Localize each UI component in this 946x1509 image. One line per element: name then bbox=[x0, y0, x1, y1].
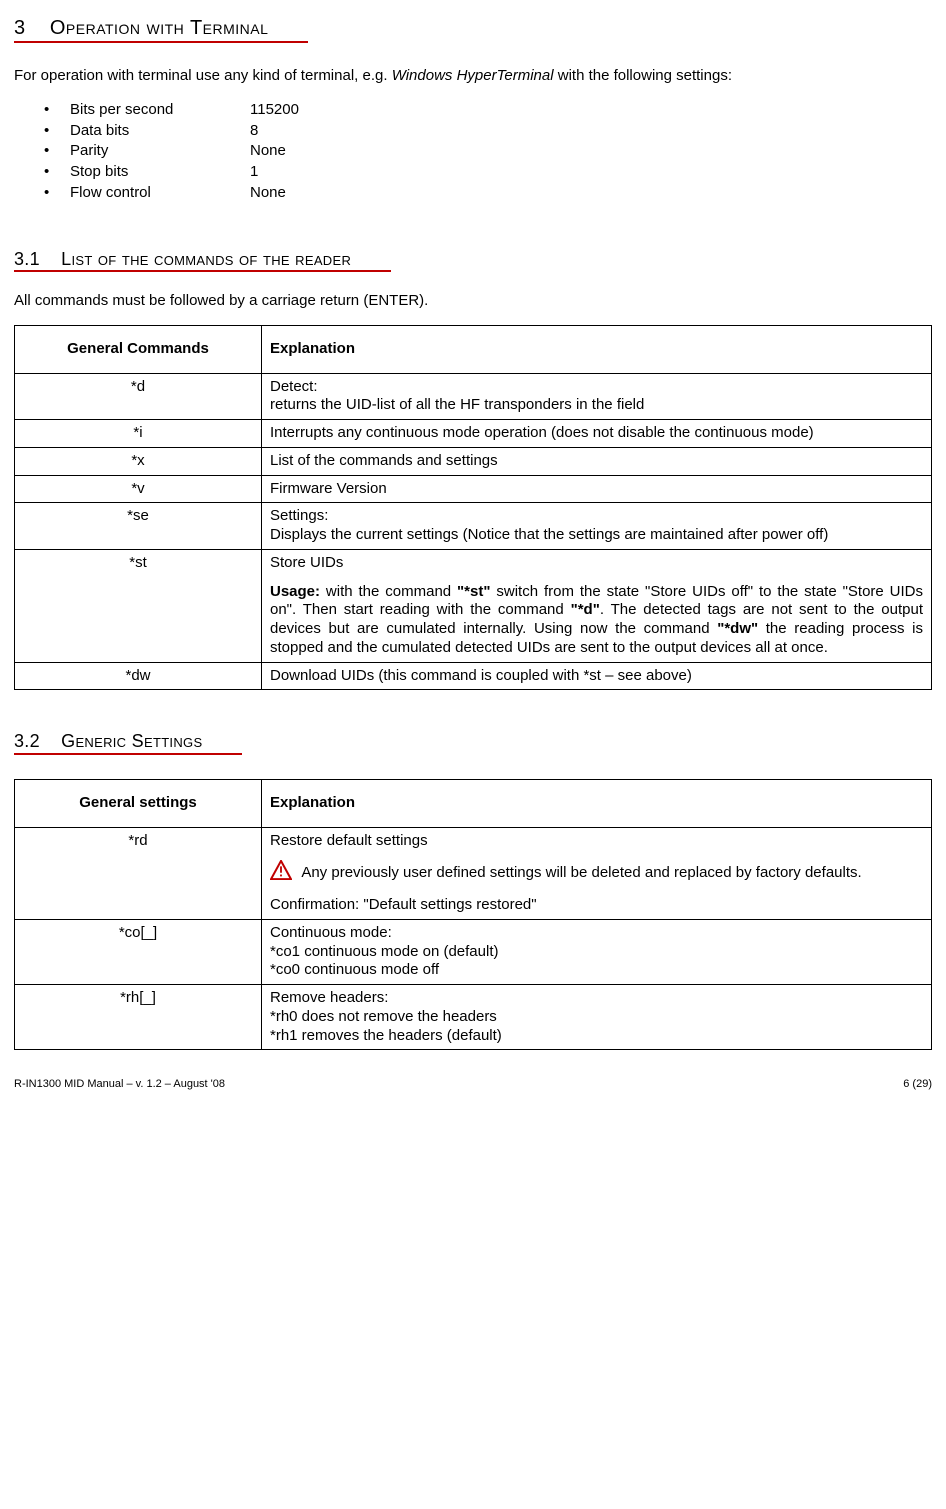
list-item: •Stop bits1 bbox=[44, 162, 932, 183]
text: with the command bbox=[320, 583, 457, 600]
cmd-cell: *d bbox=[15, 373, 262, 420]
cmd-cell: *co[_] bbox=[15, 919, 262, 984]
cmd-cell: *x bbox=[15, 447, 262, 475]
table-row: *v Firmware Version bbox=[15, 475, 932, 503]
col-header-settings: General settings bbox=[15, 779, 262, 827]
table-row: *rh[_] Remove headers: *rh0 does not rem… bbox=[15, 985, 932, 1050]
setting-value: 1 bbox=[250, 163, 258, 182]
exp-cell: Continuous mode: *co1 continuous mode on… bbox=[262, 919, 932, 984]
footer-right: 6 (29) bbox=[903, 1078, 932, 1092]
col-header-explanation: Explanation bbox=[262, 325, 932, 373]
section-3-heading: 3 Operation with Terminal bbox=[14, 16, 308, 45]
intro-em: Windows HyperTerminal bbox=[392, 67, 554, 84]
setting-label: Data bits bbox=[70, 122, 250, 141]
exp-cell: Remove headers: *rh0 does not remove the… bbox=[262, 985, 932, 1050]
setting-value: 8 bbox=[250, 122, 258, 141]
col-header-commands: General Commands bbox=[15, 325, 262, 373]
cmd-cell: *dw bbox=[15, 662, 262, 690]
text: "*d" bbox=[571, 601, 600, 618]
text: *co0 continuous mode off bbox=[270, 961, 439, 978]
section-3-number: 3 bbox=[14, 17, 26, 39]
section-3-1-heading: 3.1 List of the commands of the reader bbox=[14, 248, 391, 273]
exp-cell: Download UIDs (this command is coupled w… bbox=[262, 662, 932, 690]
setting-label: Bits per second bbox=[70, 101, 250, 120]
setting-label: Flow control bbox=[70, 184, 250, 203]
exp-cell: Interrupts any continuous mode operation… bbox=[262, 420, 932, 448]
setting-value: 115200 bbox=[250, 101, 299, 120]
text: Continuous mode: bbox=[270, 924, 392, 941]
section-3-1-intro: All commands must be followed by a carri… bbox=[14, 292, 932, 311]
section-3-intro: For operation with terminal use any kind… bbox=[14, 67, 932, 86]
table-row: *d Detect: returns the UID-list of all t… bbox=[15, 373, 932, 420]
table-row: *i Interrupts any continuous mode operat… bbox=[15, 420, 932, 448]
settings-table: General settings Explanation *rd Restore… bbox=[14, 779, 932, 1051]
list-item: •Data bits8 bbox=[44, 121, 932, 142]
commands-table: General Commands Explanation *d Detect: … bbox=[14, 325, 932, 691]
exp-cell: Store UIDs Usage: with the command "*st"… bbox=[262, 549, 932, 662]
exp-cell: Settings: Displays the current settings … bbox=[262, 503, 932, 550]
text: returns the UID-list of all the HF trans… bbox=[270, 396, 644, 413]
text: Settings: bbox=[270, 507, 328, 524]
exp-cell: Firmware Version bbox=[262, 475, 932, 503]
text: "*st" bbox=[457, 583, 490, 600]
list-item: •ParityNone bbox=[44, 141, 932, 162]
page-footer: R-IN1300 MID Manual – v. 1.2 – August '0… bbox=[14, 1078, 932, 1092]
text: *rh0 does not remove the headers bbox=[270, 1008, 497, 1025]
table-row: *dw Download UIDs (this command is coupl… bbox=[15, 662, 932, 690]
exp-cell: Detect: returns the UID-list of all the … bbox=[262, 373, 932, 420]
footer-left: R-IN1300 MID Manual – v. 1.2 – August '0… bbox=[14, 1078, 225, 1092]
text: Detect: bbox=[270, 378, 318, 395]
warning-line: Any previously user defined settings wil… bbox=[270, 860, 923, 886]
setting-value: None bbox=[250, 142, 286, 161]
store-uids-title: Store UIDs bbox=[270, 554, 923, 573]
section-3-2-number: 3.2 bbox=[14, 731, 40, 751]
list-item: •Bits per second115200 bbox=[44, 100, 932, 121]
table-header-row: General Commands Explanation bbox=[15, 325, 932, 373]
list-item: •Flow controlNone bbox=[44, 183, 932, 204]
table-header-row: General settings Explanation bbox=[15, 779, 932, 827]
section-3-title: Operation with Terminal bbox=[50, 17, 269, 39]
cmd-cell: *v bbox=[15, 475, 262, 503]
section-3-1-number: 3.1 bbox=[14, 249, 40, 269]
table-row: *st Store UIDs Usage: with the command "… bbox=[15, 549, 932, 662]
table-row: *x List of the commands and settings bbox=[15, 447, 932, 475]
exp-cell: List of the commands and settings bbox=[262, 447, 932, 475]
table-row: *se Settings: Displays the current setti… bbox=[15, 503, 932, 550]
setting-label: Stop bits bbox=[70, 163, 250, 182]
cmd-cell: *i bbox=[15, 420, 262, 448]
cmd-cell: *rh[_] bbox=[15, 985, 262, 1050]
setting-label: Parity bbox=[70, 142, 250, 161]
cmd-cell: *rd bbox=[15, 827, 262, 919]
setting-value: None bbox=[250, 184, 286, 203]
warning-text: Any previously user defined settings wil… bbox=[298, 864, 862, 881]
warning-icon bbox=[270, 860, 292, 886]
section-3-2-heading: 3.2 Generic Settings bbox=[14, 730, 242, 755]
usage-paragraph: Usage: with the command "*st" switch fro… bbox=[270, 583, 923, 658]
cmd-cell: *se bbox=[15, 503, 262, 550]
text: *co1 continuous mode on (default) bbox=[270, 943, 498, 960]
table-row: *rd Restore default settings Any previou… bbox=[15, 827, 932, 919]
intro-suffix: with the following settings: bbox=[554, 67, 732, 84]
text: Displays the current settings (Notice th… bbox=[270, 526, 828, 543]
terminal-settings-list: •Bits per second115200 •Data bits8 •Pari… bbox=[44, 100, 932, 204]
section-3-1-title: List of the commands of the reader bbox=[61, 249, 351, 269]
exp-cell: Restore default settings Any previously … bbox=[262, 827, 932, 919]
intro-prefix: For operation with terminal use any kind… bbox=[14, 67, 392, 84]
text: Remove headers: bbox=[270, 989, 388, 1006]
usage-label: Usage: bbox=[270, 583, 320, 600]
confirmation-text: Confirmation: "Default settings restored… bbox=[270, 896, 923, 915]
cmd-cell: *st bbox=[15, 549, 262, 662]
col-header-explanation: Explanation bbox=[262, 779, 932, 827]
text: Restore default settings bbox=[270, 832, 923, 851]
table-row: *co[_] Continuous mode: *co1 continuous … bbox=[15, 919, 932, 984]
section-3-2-title: Generic Settings bbox=[61, 731, 202, 751]
text: "*dw" bbox=[717, 620, 758, 637]
text: *rh1 removes the headers (default) bbox=[270, 1027, 502, 1044]
